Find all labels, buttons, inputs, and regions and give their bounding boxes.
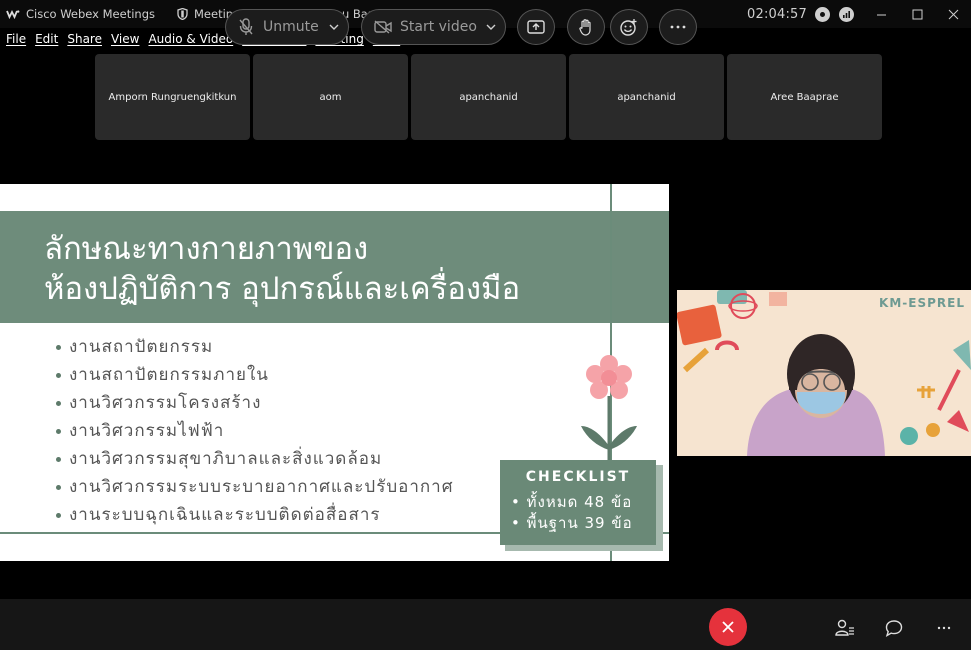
share-screen-icon (527, 20, 545, 34)
chat-icon (885, 620, 903, 637)
menu-view[interactable]: View (111, 32, 139, 52)
minimize-icon (876, 14, 886, 15)
menu-share[interactable]: Share (67, 32, 102, 52)
list-item: งานวิศวกรรมระบบระบายอากาศและปรับอากาศ (56, 473, 454, 501)
chevron-down-icon[interactable] (486, 23, 496, 31)
bullet-text: งานสถาปัตยกรรม (69, 337, 214, 357)
slide-title-banner: ลักษณะทางกายภาพของ ห้องปฏิบัติการ อุปกรณ… (0, 211, 669, 323)
checklist-line-basic: • พื้นฐาน 39 ข้อ (511, 514, 633, 532)
bullet-text: งานระบบฉุกเฉินและระบบติดต่อสื่อสาร (69, 505, 381, 525)
participant-tile[interactable]: aom (253, 54, 408, 140)
menu-edit[interactable]: Edit (35, 32, 58, 52)
maximize-button[interactable] (899, 0, 935, 28)
more-panels-button[interactable] (934, 618, 954, 638)
flower-illustration-icon (581, 355, 637, 460)
participant-tile[interactable]: apanchanid (411, 54, 566, 140)
list-item: งานสถาปัตยกรรม (56, 333, 454, 361)
minimize-button[interactable] (863, 0, 899, 28)
chevron-down-icon[interactable] (329, 23, 339, 31)
slide-title-line1: ลักษณะทางกายภาพของ (44, 231, 369, 267)
emoji-icon (620, 19, 637, 36)
start-video-label: Start video (400, 19, 477, 35)
close-icon (722, 621, 734, 633)
unmute-button[interactable]: Unmute (225, 9, 349, 45)
list-item: งานสถาปัตยกรรมภายใน (56, 361, 454, 389)
participant-tile[interactable]: Aree Baaprae (727, 54, 882, 140)
participants-panel-button[interactable] (835, 618, 855, 638)
app-name: Cisco Webex Meetings (26, 7, 155, 21)
list-item: งานวิศวกรรมโครงสร้าง (56, 389, 454, 417)
participant-tile[interactable]: Amporn Rungruengkitkun (95, 54, 250, 140)
slide-bullet-list: งานสถาปัตยกรรม งานสถาปัตยกรรมภายใน งานวิ… (56, 333, 454, 529)
hand-icon (579, 19, 591, 36)
participant-tile[interactable]: apanchanid (569, 54, 724, 140)
raise-hand-button[interactable] (567, 9, 605, 45)
shield-icon (177, 8, 188, 20)
shared-slide: ลักษณะทางกายภาพของ ห้องปฏิบัติการ อุปกรณ… (0, 184, 669, 561)
app-title: Cisco Webex Meetings (6, 7, 155, 21)
bullet-text: งานสถาปัตยกรรมภายใน (69, 365, 269, 385)
list-item: งานระบบฉุกเฉินและระบบติดต่อสื่อสาร (56, 501, 454, 529)
list-item: งานวิศวกรรมสุขาภิบาลและสิ่งแวดล้อม (56, 445, 454, 473)
slide-title-line2: ห้องปฏิบัติการ อุปกรณ์และเครื่องมือ (44, 271, 521, 307)
share-content-button[interactable] (517, 9, 555, 45)
bullet-text: งานวิศวกรรมสุขาภิบาลและสิ่งแวดล้อม (69, 449, 383, 469)
menu-file[interactable]: File (6, 32, 26, 52)
start-video-button[interactable]: Start video (361, 9, 506, 45)
checklist-title: CHECKLIST (525, 469, 631, 485)
network-stats-icon[interactable] (839, 6, 854, 22)
self-video-view[interactable]: KM-ESPREL (677, 290, 971, 456)
chat-panel-button[interactable] (884, 618, 904, 638)
close-icon (948, 9, 958, 19)
webex-logo-icon (6, 9, 20, 19)
more-horizontal-icon (670, 25, 686, 29)
more-options-button[interactable] (659, 9, 697, 45)
maximize-icon (912, 9, 922, 19)
video-background-brand: KM-ESPREL (879, 296, 965, 310)
recording-status-icon[interactable] (815, 6, 830, 22)
unmute-label: Unmute (263, 19, 319, 35)
menu-audio-video[interactable]: Audio & Video (148, 32, 233, 52)
bullet-text: งานวิศวกรรมไฟฟ้า (69, 421, 225, 441)
microphone-muted-icon (239, 18, 253, 35)
more-horizontal-icon (937, 626, 951, 630)
participants-icon (835, 619, 854, 636)
checklist-box: CHECKLIST • ทั้งหมด 48 ข้อ • พื้นฐาน 39 … (500, 460, 656, 545)
video-background-illustration (677, 290, 971, 456)
meeting-controls-bar (0, 599, 971, 650)
bullet-text: งานวิศวกรรมระบบระบายอากาศและปรับอากาศ (69, 477, 454, 497)
close-window-button[interactable] (935, 0, 971, 28)
list-item: งานวิศวกรรมไฟฟ้า (56, 417, 454, 445)
participant-strip: Amporn Rungruengkitkun aom apanchanid ap… (95, 54, 885, 140)
meeting-timer: 02:04:57 (747, 6, 807, 22)
reactions-button[interactable] (610, 9, 648, 45)
leave-meeting-button[interactable] (709, 608, 747, 646)
video-off-icon (374, 20, 392, 34)
bullet-text: งานวิศวกรรมโครงสร้าง (69, 393, 262, 413)
